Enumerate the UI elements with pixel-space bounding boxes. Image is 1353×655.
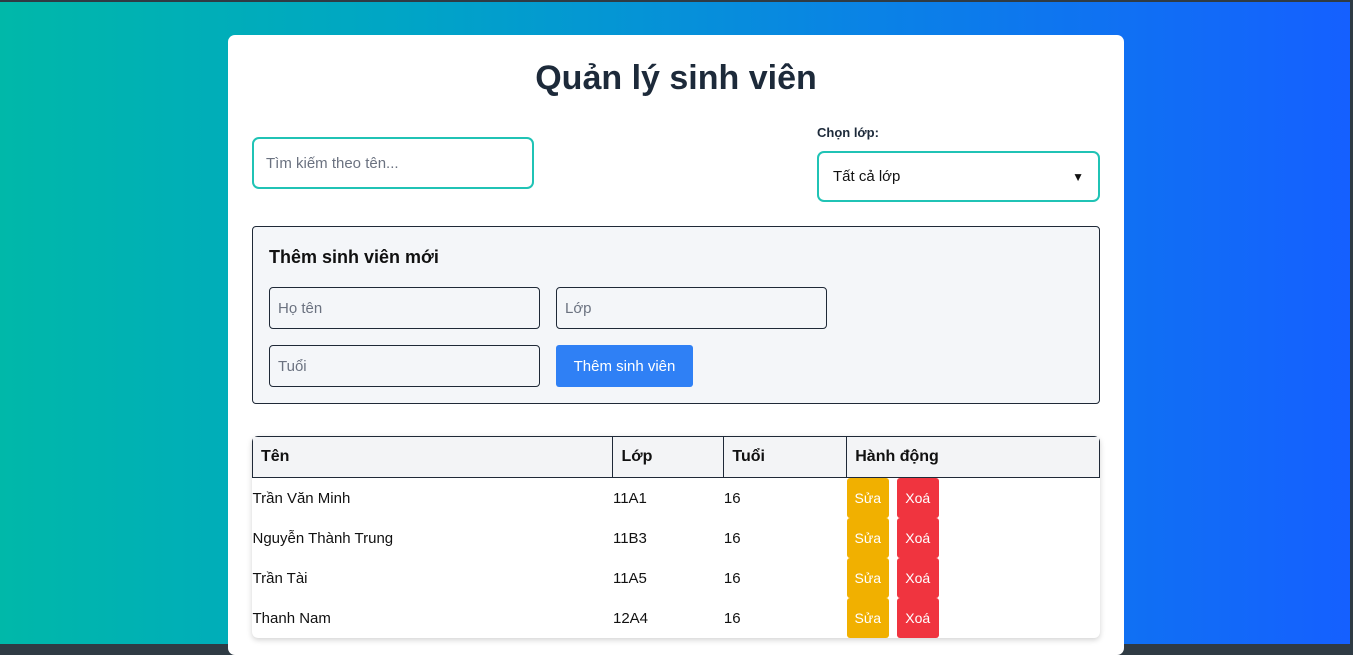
- cell-age: 16: [723, 609, 741, 627]
- cell-actions: Sửa Xoá: [846, 598, 1100, 638]
- cell-actions: Sửa Xoá: [846, 558, 1100, 598]
- cell-age: 16: [723, 569, 741, 587]
- cell-name: Trần Tài: [252, 569, 308, 587]
- cell-class: 11A5: [612, 569, 647, 587]
- name-input[interactable]: [269, 287, 540, 329]
- table-row: Trần Văn Minh 11A1 16 Sửa Xoá: [252, 478, 1100, 518]
- class-filter-label: Chọn lớp:: [817, 125, 879, 140]
- add-student-button[interactable]: Thêm sinh viên: [556, 345, 693, 387]
- column-header-name: Tên: [252, 436, 614, 478]
- cell-name: Trần Văn Minh: [252, 489, 351, 507]
- table-row: Nguyễn Thành Trung 11B3 16 Sửa Xoá: [253, 518, 1100, 558]
- student-table: Tên Lớp Tuổi Hành động Trần Văn Minh 11A…: [252, 436, 1100, 638]
- table-row: Trần Tài 11A5 16 Sửa Xoá: [253, 558, 1100, 598]
- table-row: Thanh Nam 12A4 16 Sửa Xoá: [253, 598, 1100, 638]
- cell-class: 12A4: [612, 609, 649, 627]
- cell-actions: Sửa Xoá: [846, 478, 1100, 518]
- page-title: Quản lý sinh viên: [535, 59, 817, 97]
- edit-button[interactable]: Sửa: [846, 518, 889, 558]
- class-filter-select[interactable]: Tất cả lớp ▼: [817, 151, 1100, 202]
- table-header-row: Tên Lớp Tuổi Hành động: [252, 436, 1100, 478]
- edit-button[interactable]: Sửa: [846, 558, 889, 598]
- cell-class: 11A1: [612, 489, 647, 507]
- main-card: Quản lý sinh viên Chọn lớp: Tất cả lớp ▼…: [228, 35, 1124, 655]
- class-input[interactable]: [556, 287, 827, 329]
- delete-button[interactable]: Xoá: [896, 478, 939, 518]
- chevron-down-icon: ▼: [1072, 169, 1084, 184]
- class-filter-value: Tất cả lớp: [833, 168, 901, 185]
- edit-button[interactable]: Sửa: [846, 478, 889, 518]
- cell-actions: Sửa Xoá: [846, 518, 1100, 558]
- column-header-actions: Hành động: [846, 436, 1100, 478]
- cell-name: Nguyễn Thành Trung: [252, 529, 394, 547]
- add-form-title: Thêm sinh viên mới: [269, 247, 439, 267]
- column-header-class: Lớp: [612, 436, 725, 478]
- delete-button[interactable]: Xoá: [896, 518, 939, 558]
- search-input[interactable]: [252, 137, 534, 189]
- age-input[interactable]: [269, 345, 540, 387]
- cell-age: 16: [723, 489, 741, 507]
- cell-class: 11B3: [612, 529, 647, 547]
- delete-button[interactable]: Xoá: [896, 558, 939, 598]
- cell-age: 16: [723, 529, 741, 547]
- cell-name: Thanh Nam: [252, 609, 331, 627]
- add-student-form: Thêm sinh viên mới Thêm sinh viên: [252, 226, 1100, 404]
- delete-button[interactable]: Xoá: [896, 598, 939, 638]
- edit-button[interactable]: Sửa: [846, 598, 889, 638]
- column-header-age: Tuổi: [723, 436, 848, 478]
